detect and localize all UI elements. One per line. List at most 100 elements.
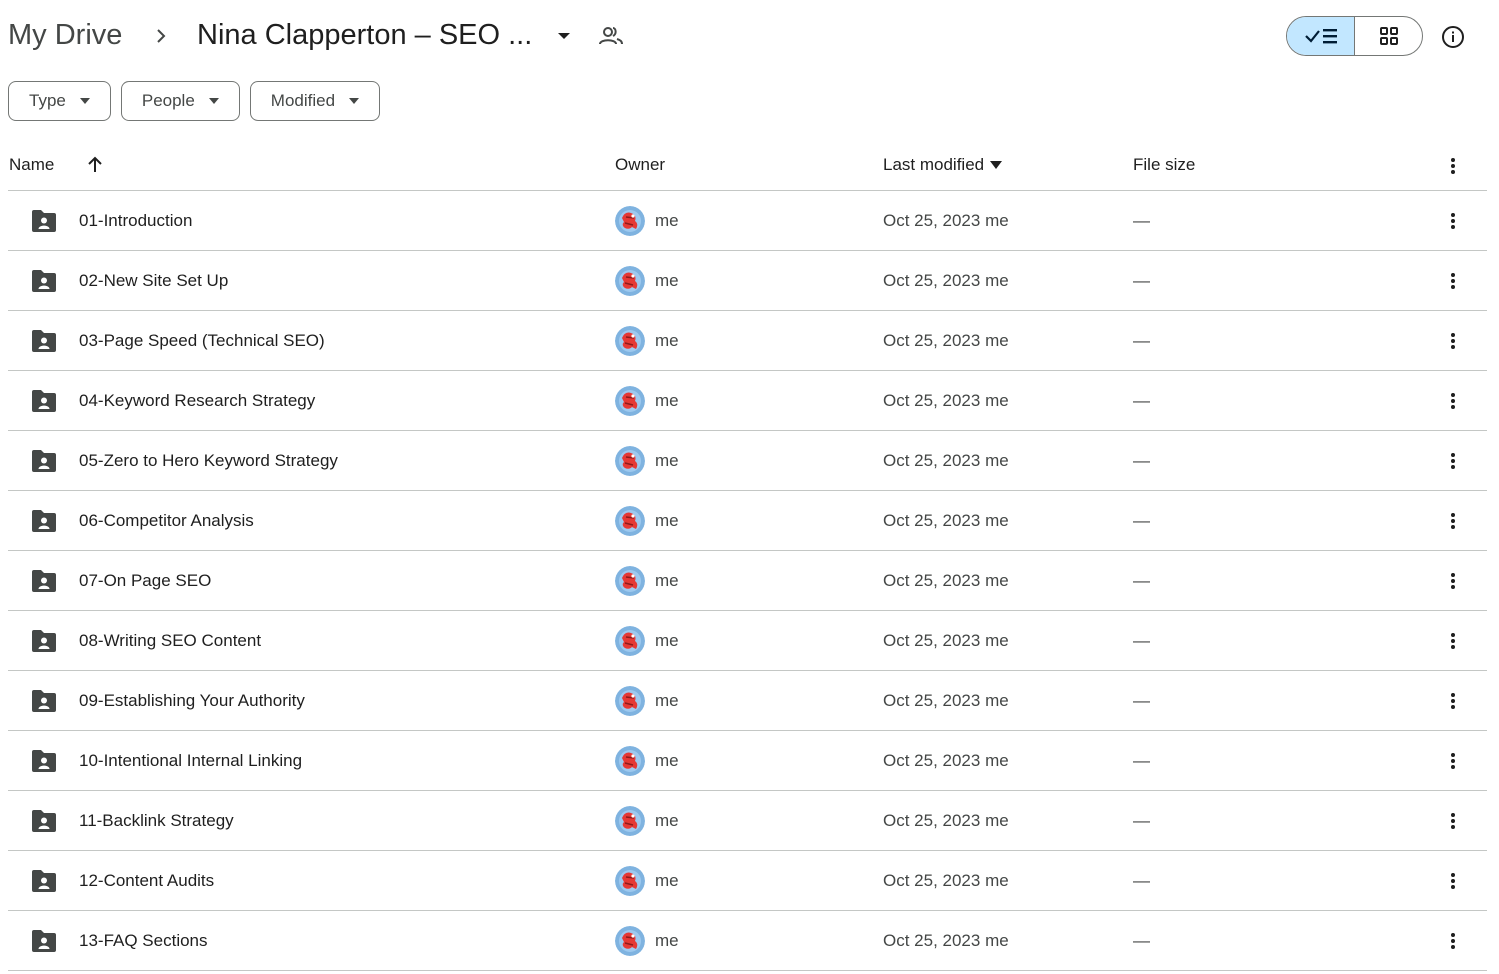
row-more-actions-button[interactable] [1440,868,1466,894]
owner-name: me [655,931,679,950]
file-name: 04-Keyword Research Strategy [79,391,316,410]
more-vert-icon [1451,813,1455,829]
row-more-actions-button[interactable] [1440,268,1466,294]
avatar [615,806,645,836]
file-size: — [1133,871,1150,890]
table-row[interactable]: 08-Writing SEO Content me Oct 25, 2023 m… [8,611,1487,671]
table-row[interactable]: 04-Keyword Research Strategy me Oct 25, … [8,371,1487,431]
chip-label: Modified [270,91,336,110]
check-list-icon [1304,29,1337,44]
table-row[interactable]: 13-FAQ Sections me Oct 25, 2023 me — [8,911,1487,971]
arrow-up-icon[interactable] [84,154,106,176]
people-icon [599,27,623,45]
avatar [615,626,645,656]
header: My Drive Nina Clapperton – SEO ... [0,0,1499,72]
column-header-file-size: File size [1133,155,1196,174]
shared-folder-icon [32,510,56,532]
last-modified: Oct 25, 2023 me [883,391,1009,410]
avatar [615,926,645,956]
owner-name: me [655,631,679,650]
owner-name: me [655,691,679,710]
row-more-actions-button[interactable] [1440,688,1466,714]
row-more-actions-button[interactable] [1440,568,1466,594]
list-view-button[interactable] [1287,17,1355,55]
row-more-actions-button[interactable] [1440,508,1466,534]
chevron-right-icon [157,29,166,43]
shared-folder-icon [32,750,56,772]
file-list: 01-Introduction me Oct 25, 2023 me — 02-… [8,191,1487,971]
file-name: 03-Page Speed (Technical SEO) [79,331,325,350]
last-modified: Oct 25, 2023 me [883,451,1009,470]
table-row[interactable]: 01-Introduction me Oct 25, 2023 me — [8,191,1487,251]
owner-name: me [655,331,679,350]
shared-folder-icon [32,930,56,952]
caret-down-icon [349,98,360,104]
table-row[interactable]: 10-Intentional Internal Linking me Oct 2… [8,731,1487,791]
more-vert-icon [1451,453,1455,469]
caret-down-icon [208,98,219,104]
last-modified: Oct 25, 2023 me [883,511,1009,530]
avatar [615,746,645,776]
avatar [615,506,645,536]
last-modified: Oct 25, 2023 me [883,211,1009,230]
table-row[interactable]: 11-Backlink Strategy me Oct 25, 2023 me … [8,791,1487,851]
modified-filter-chip[interactable]: Modified [249,81,381,121]
table-row[interactable]: 07-On Page SEO me Oct 25, 2023 me — [8,551,1487,611]
chip-label: Type [29,91,66,110]
shared-folder-icon [32,450,56,472]
owner-name: me [655,391,679,410]
column-header-last-modified[interactable]: Last modified [883,154,1003,176]
table-row[interactable]: 06-Competitor Analysis me Oct 25, 2023 m… [8,491,1487,551]
row-more-actions-button[interactable] [1440,808,1466,834]
grid-view-button[interactable] [1355,17,1422,55]
row-more-actions-button[interactable] [1440,628,1466,654]
row-more-actions-button[interactable] [1440,748,1466,774]
breadcrumb-current-folder[interactable]: Nina Clapperton – SEO ... [197,16,532,54]
grid-icon [1379,27,1398,45]
last-modified: Oct 25, 2023 me [883,931,1009,950]
owner-name: me [655,571,679,590]
more-vert-icon [1451,273,1455,289]
caret-down-icon[interactable] [555,30,573,42]
avatar [615,386,645,416]
row-more-actions-button[interactable] [1440,448,1466,474]
file-name: 01-Introduction [79,211,193,230]
table-row[interactable]: 02-New Site Set Up me Oct 25, 2023 me — [8,251,1487,311]
last-modified: Oct 25, 2023 me [883,871,1009,890]
info-icon [1442,26,1464,48]
table-row[interactable]: 09-Establishing Your Authority me Oct 25… [8,671,1487,731]
avatar [615,206,645,236]
table-row[interactable]: 05-Zero to Hero Keyword Strategy me Oct … [8,431,1487,491]
avatar [615,866,645,896]
column-options-button[interactable] [1440,153,1466,179]
row-more-actions-button[interactable] [1440,328,1466,354]
row-more-actions-button[interactable] [1440,208,1466,234]
row-more-actions-button[interactable] [1440,928,1466,954]
row-more-actions-button[interactable] [1440,388,1466,414]
file-name: 11-Backlink Strategy [79,811,234,830]
shared-folder-icon [32,390,56,412]
last-modified: Oct 25, 2023 me [883,571,1009,590]
column-header-name[interactable]: Name [9,154,54,176]
breadcrumb-my-drive[interactable]: My Drive [8,16,122,54]
people-filter-chip[interactable]: People [120,81,240,121]
last-modified: Oct 25, 2023 me [883,331,1009,350]
more-vert-icon [1451,753,1455,769]
last-modified: Oct 25, 2023 me [883,691,1009,710]
avatar [615,686,645,716]
table-row[interactable]: 12-Content Audits me Oct 25, 2023 me — [8,851,1487,911]
type-filter-chip[interactable]: Type [8,81,111,121]
file-size: — [1133,511,1150,530]
avatar [615,266,645,296]
owner-name: me [655,211,679,230]
more-vert-icon [1451,873,1455,889]
details-button[interactable] [1436,20,1470,54]
file-size: — [1133,271,1150,290]
view-toggle [1286,16,1423,56]
file-name: 06-Competitor Analysis [79,511,254,530]
file-name: 02-New Site Set Up [79,271,229,290]
file-size: — [1133,751,1150,770]
more-vert-icon [1451,693,1455,709]
table-row[interactable]: 03-Page Speed (Technical SEO) me Oct 25,… [8,311,1487,371]
avatar [615,326,645,356]
